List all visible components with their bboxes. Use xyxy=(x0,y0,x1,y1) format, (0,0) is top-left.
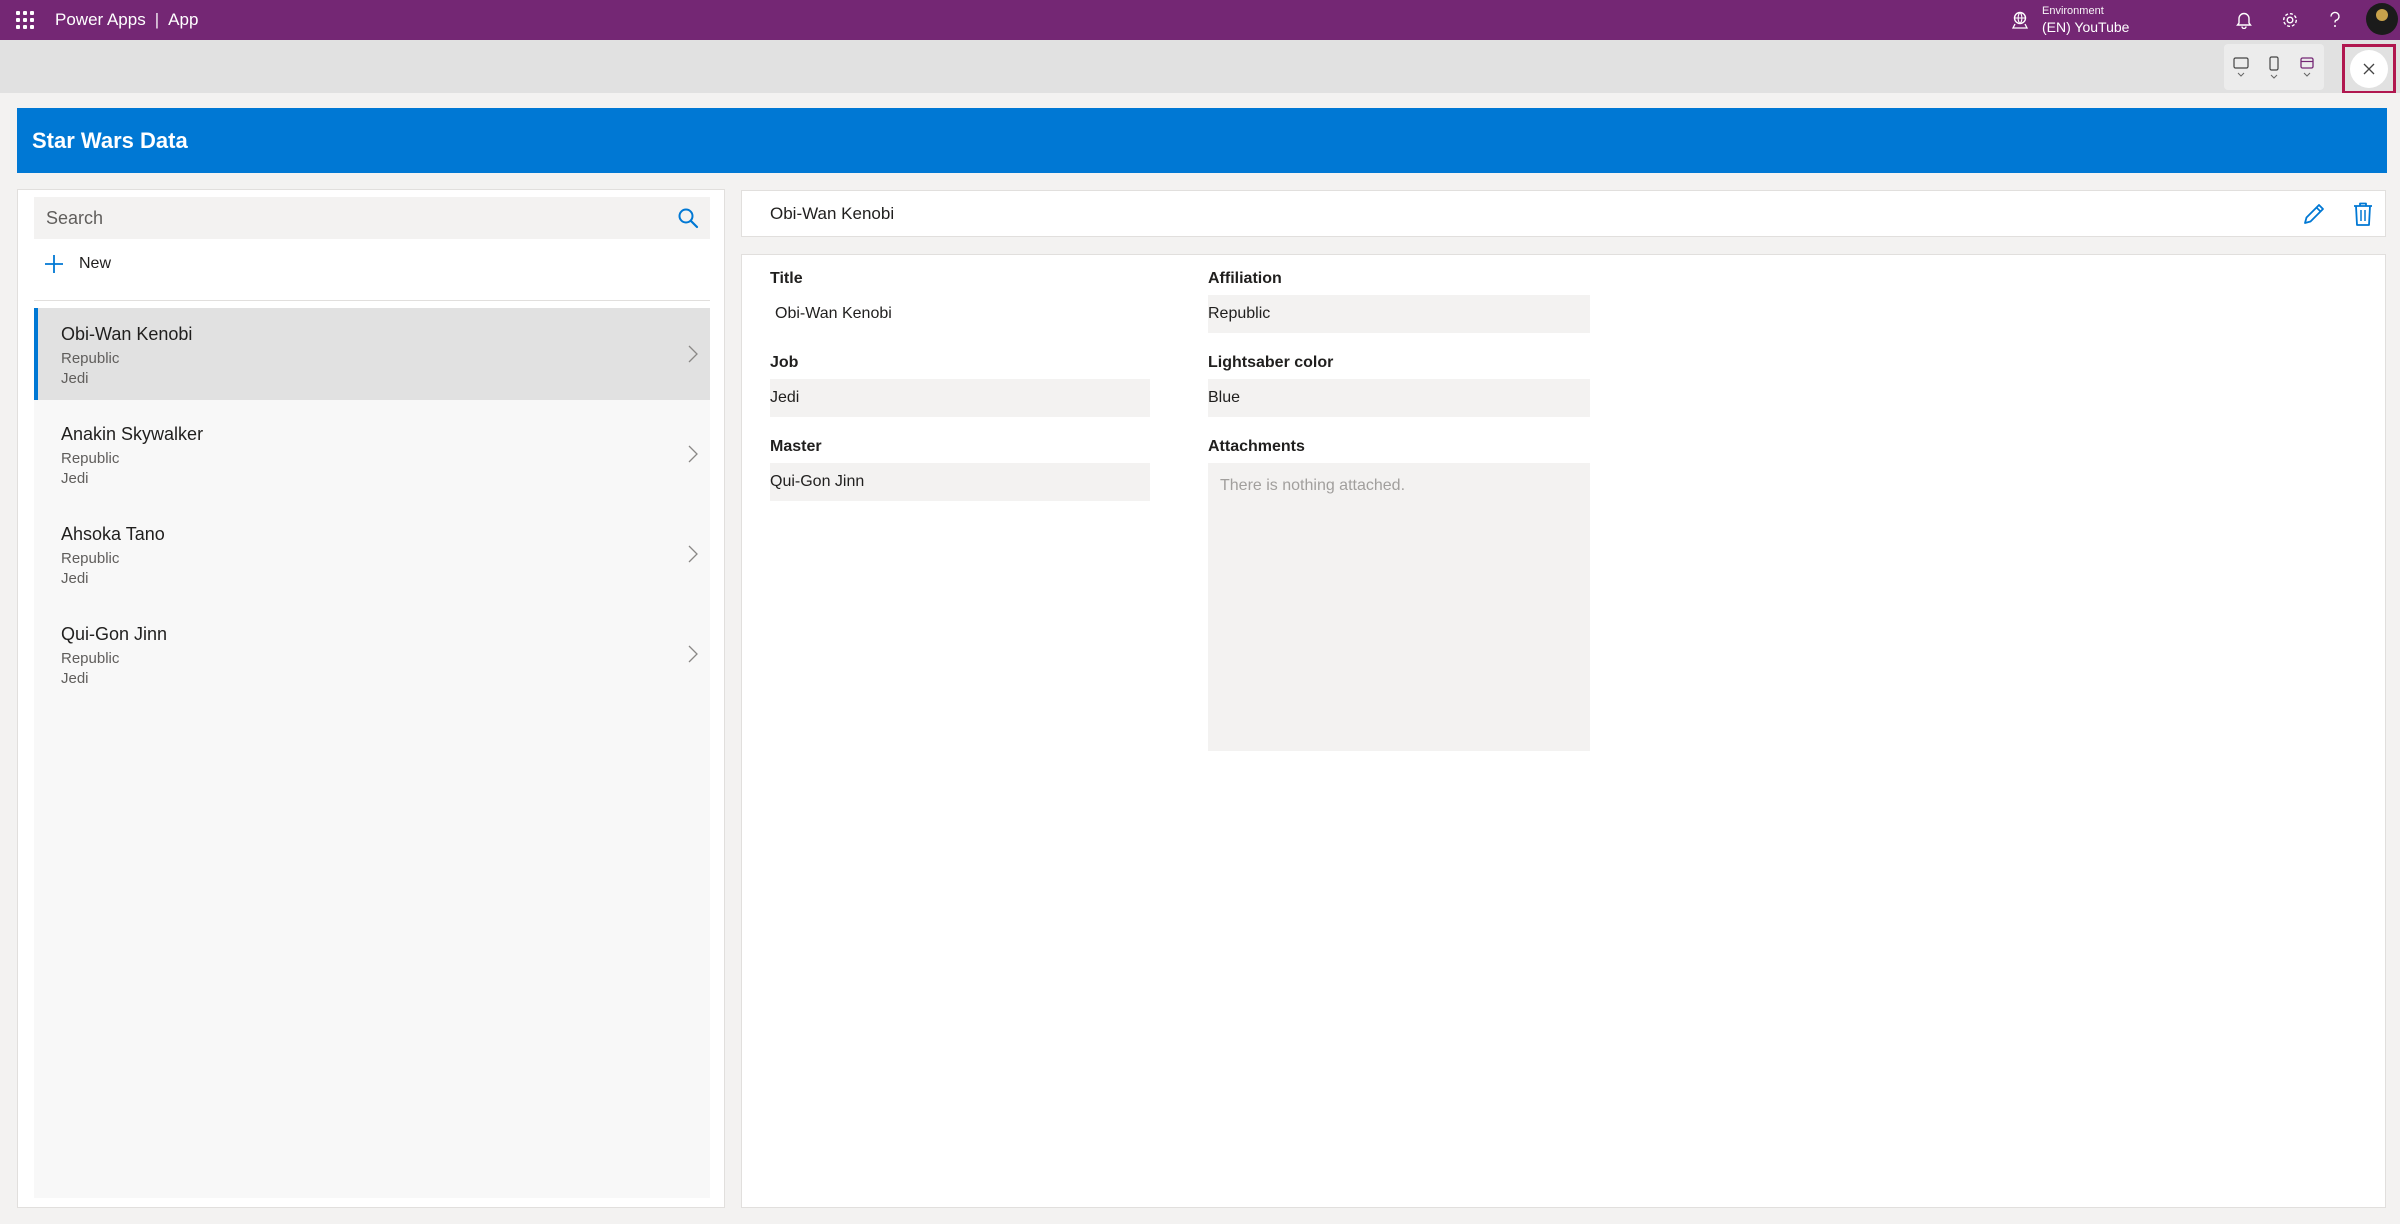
new-record-button[interactable]: New xyxy=(44,254,111,274)
tablet-icon xyxy=(2233,57,2249,69)
preview-toolbar xyxy=(0,40,2400,94)
item-name: Ahsoka Tano xyxy=(61,524,165,544)
chevron-right-icon xyxy=(688,645,698,663)
job-value-text: Jedi xyxy=(770,389,800,406)
affiliation-label: Affiliation xyxy=(1208,270,1282,287)
item-job: Jedi xyxy=(61,570,89,587)
close-preview-button[interactable] xyxy=(2350,50,2388,88)
item-job: Jedi xyxy=(61,470,89,487)
app-launcher-icon[interactable] xyxy=(14,9,34,29)
job-value: Jedi xyxy=(770,379,1150,417)
detail-header: Obi-Wan Kenobi xyxy=(741,190,2386,237)
chevron-right-icon xyxy=(688,345,698,363)
master-label: Master xyxy=(770,438,822,455)
item-name: Qui-Gon Jinn xyxy=(61,624,168,644)
device-preview-group xyxy=(2224,44,2324,90)
browser-icon xyxy=(2300,57,2314,69)
affiliation-value: Republic xyxy=(1208,295,1590,333)
job-label: Job xyxy=(770,354,799,371)
chevron-down-icon xyxy=(2303,72,2311,77)
user-avatar[interactable] xyxy=(2366,3,2398,35)
suite-header: Power Apps | App Environment (EN) YouTub… xyxy=(0,0,2400,40)
help-question-icon[interactable] xyxy=(2322,7,2348,33)
item-affiliation: Republic xyxy=(61,650,120,667)
chevron-down-icon xyxy=(2270,74,2278,79)
list-item[interactable]: Qui-Gon Jinn Republic Jedi xyxy=(34,608,710,700)
master-value: Qui-Gon Jinn xyxy=(770,463,1150,501)
close-preview-highlight xyxy=(2342,44,2396,94)
attachments-box[interactable]: There is nothing attached. xyxy=(1208,463,1590,751)
master-value-text: Qui-Gon Jinn xyxy=(770,473,865,490)
plus-icon xyxy=(45,255,63,273)
title-value: Obi-Wan Kenobi xyxy=(770,295,1150,333)
notifications-bell-icon[interactable] xyxy=(2231,7,2257,33)
item-affiliation: Republic xyxy=(61,450,120,467)
delete-trash-icon[interactable] xyxy=(2351,201,2375,227)
records-list: Obi-Wan Kenobi Republic Jedi Anakin Skyw… xyxy=(34,308,710,1198)
list-item[interactable]: Obi-Wan Kenobi Republic Jedi xyxy=(34,308,710,400)
environment-name: (EN) YouTube xyxy=(2042,19,2130,35)
item-name: Anakin Skywalker xyxy=(61,424,204,444)
chevron-down-icon xyxy=(2237,72,2245,77)
title-value-text: Obi-Wan Kenobi xyxy=(775,305,892,322)
app-label: App xyxy=(168,10,199,29)
item-job: Jedi xyxy=(61,370,89,387)
chevron-right-icon xyxy=(688,545,698,563)
lightsaber-label: Lightsaber color xyxy=(1208,354,1334,371)
affiliation-value-text: Republic xyxy=(1208,305,1271,322)
close-icon xyxy=(2363,63,2375,75)
list-item[interactable]: Anakin Skywalker Republic Jedi xyxy=(34,408,710,500)
search-icon[interactable] xyxy=(676,206,700,230)
search-input[interactable]: Search xyxy=(34,197,710,239)
phone-icon xyxy=(2269,55,2279,71)
browse-panel: Search New Obi-Wan Kenobi Republic Jedi … xyxy=(17,189,725,1208)
environment-label: Environment xyxy=(2042,5,2104,17)
environment-icon xyxy=(2011,11,2029,29)
settings-gear-icon[interactable] xyxy=(2277,7,2303,33)
app-name[interactable]: Power Apps xyxy=(55,10,146,30)
search-placeholder: Search xyxy=(46,207,104,228)
browser-preview-button[interactable] xyxy=(2294,47,2320,87)
list-item[interactable]: Ahsoka Tano Republic Jedi xyxy=(34,508,710,600)
app-canvas: Star Wars Data Search New Obi-Wan Kenobi… xyxy=(0,93,2400,1224)
chevron-right-icon xyxy=(688,445,698,463)
edit-pencil-icon[interactable] xyxy=(2301,201,2327,227)
attachments-label: Attachments xyxy=(1208,438,1305,455)
attachments-empty-text: There is nothing attached. xyxy=(1220,477,1406,494)
tablet-preview-button[interactable] xyxy=(2228,47,2254,87)
phone-preview-button[interactable] xyxy=(2261,47,2287,87)
brand: Power Apps | App xyxy=(55,10,198,30)
item-name: Obi-Wan Kenobi xyxy=(61,324,193,344)
detail-form: Title Obi-Wan Kenobi Job Jedi Master Qui… xyxy=(741,254,2386,1208)
lightsaber-value-text: Blue xyxy=(1208,389,1241,406)
detail-title: Obi-Wan Kenobi xyxy=(770,204,895,223)
lightsaber-value: Blue xyxy=(1208,379,1590,417)
app-title: Star Wars Data xyxy=(32,127,188,153)
list-divider xyxy=(34,300,710,301)
title-label: Title xyxy=(770,270,803,287)
brand-separator: | xyxy=(154,10,160,29)
item-affiliation: Republic xyxy=(61,350,120,367)
new-button-label: New xyxy=(79,255,112,272)
app-header-bar: Star Wars Data xyxy=(17,108,2387,173)
item-job: Jedi xyxy=(61,670,89,687)
item-affiliation: Republic xyxy=(61,550,120,567)
environment-picker[interactable]: Environment (EN) YouTube xyxy=(2010,0,2129,40)
